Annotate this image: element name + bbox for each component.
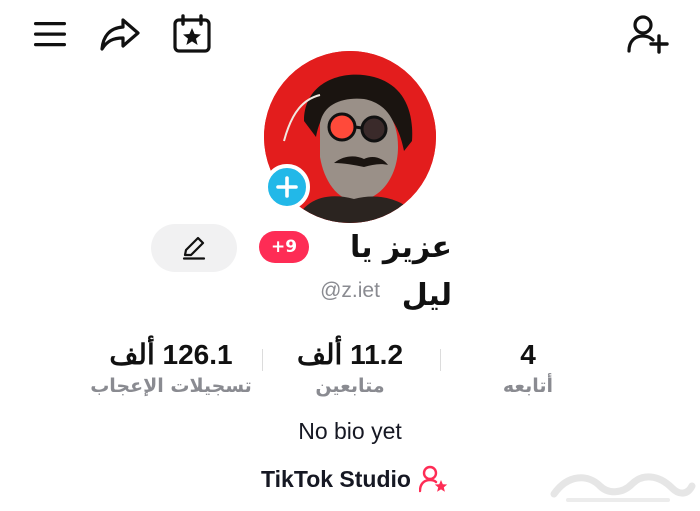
tiktok-studio-label: TikTok Studio (261, 465, 411, 492)
hamburger-menu-icon (34, 22, 66, 47)
add-friend-button[interactable] (626, 12, 670, 56)
menu-button[interactable] (28, 12, 72, 56)
user-star-icon (418, 465, 448, 493)
display-name: عزيز يا ليل (349, 230, 452, 313)
plus-icon (276, 176, 298, 198)
edit-profile-button[interactable] (151, 224, 237, 272)
stat-divider (440, 349, 441, 371)
add-user-icon (627, 15, 669, 54)
likes-label: تسجيلات الإعجاب (90, 375, 252, 397)
share-arrow-icon (100, 18, 140, 51)
likes-stat[interactable]: 126.1 ألف تسجيلات الإعجاب (76, 338, 266, 400)
add-story-button[interactable] (264, 164, 310, 210)
username-handle: @z.iet (320, 279, 380, 302)
watermark-logo (550, 473, 696, 502)
following-stat[interactable]: 4 أتابعه (478, 338, 578, 400)
following-label: أتابعه (502, 375, 554, 397)
following-count: 4 (520, 339, 536, 370)
share-button[interactable] (98, 12, 142, 56)
calendar-star-icon (173, 14, 211, 53)
followers-label: متابعين (315, 375, 385, 397)
pencil-icon (182, 236, 206, 260)
tiktok-studio-link[interactable]: TikTok Studio (250, 462, 460, 496)
followers-stat[interactable]: 11.2 ألف متابعين (280, 338, 420, 400)
stat-divider (262, 349, 263, 371)
followers-count: 11.2 ألف (296, 339, 404, 370)
notification-badge[interactable]: +9 (259, 231, 309, 263)
calendar-button[interactable] (170, 12, 214, 56)
likes-count: 126.1 ألف (109, 339, 233, 370)
profile-bio[interactable]: No bio yet (250, 418, 450, 445)
